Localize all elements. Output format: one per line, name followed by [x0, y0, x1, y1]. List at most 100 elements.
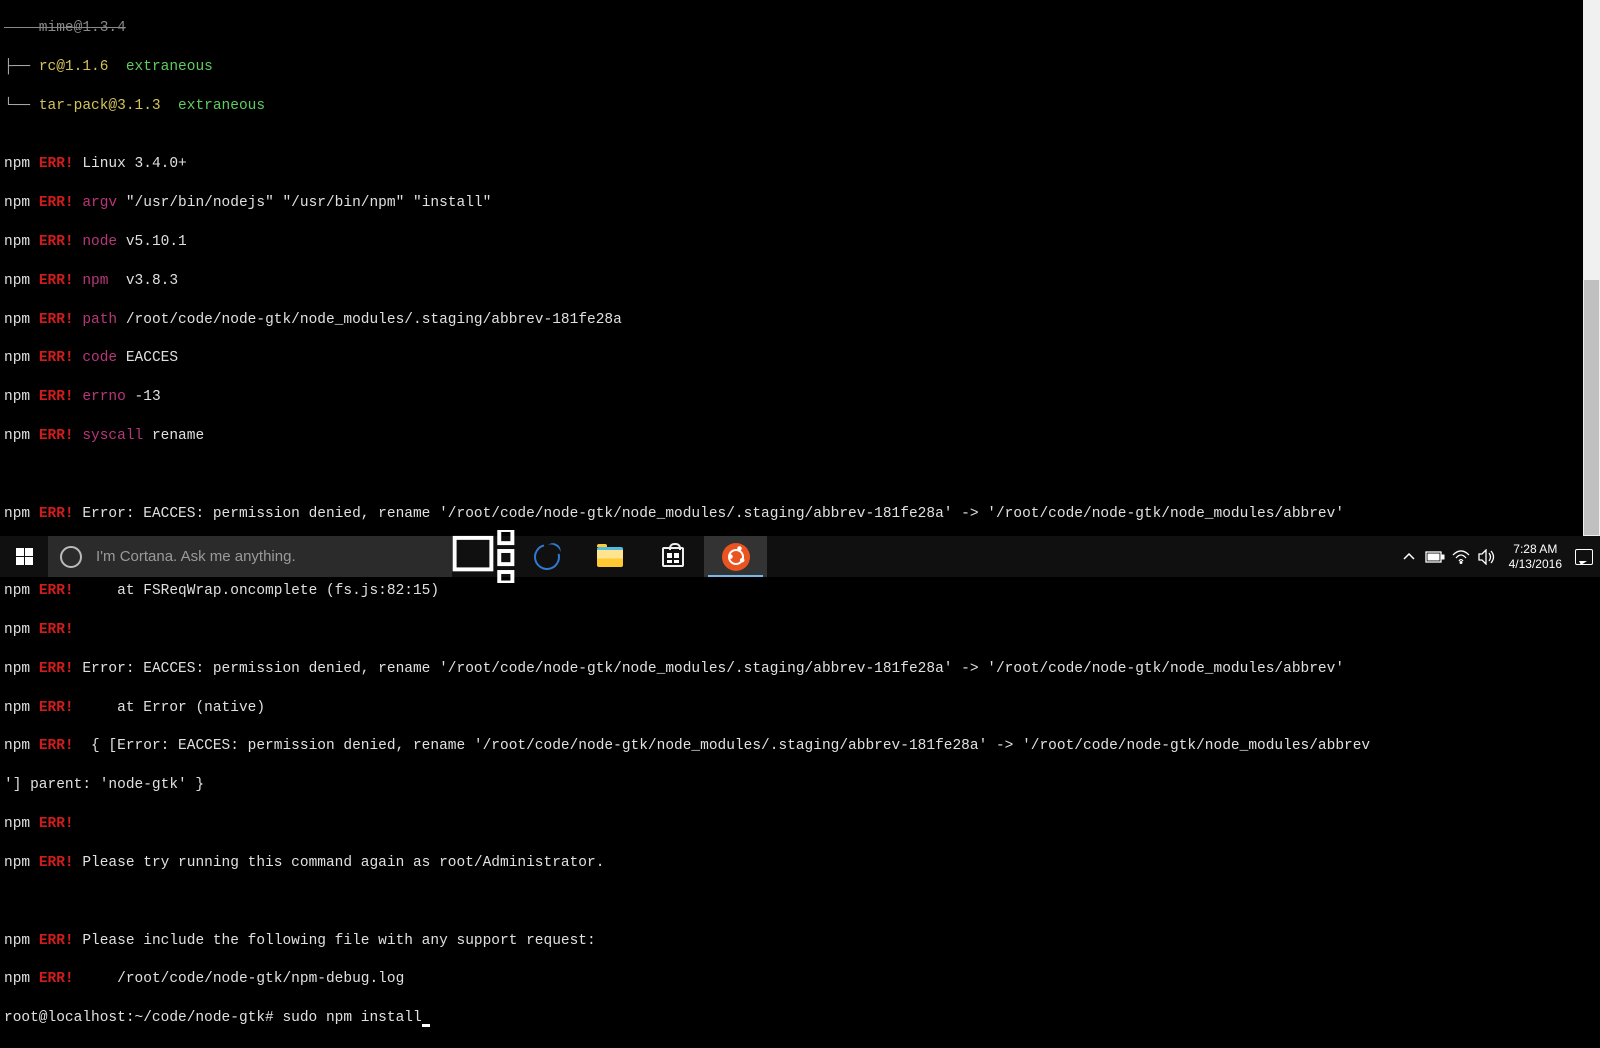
err-label: ERR! [39, 933, 74, 949]
err-text: Please include the following file with a… [74, 933, 596, 949]
npm-prefix: npm [4, 583, 39, 599]
err-text: "/usr/bin/nodejs" "/usr/bin/npm" "instal… [117, 195, 491, 211]
speaker-icon [1478, 549, 1496, 565]
err-text: { [Error: EACCES: permission denied, ren… [74, 738, 1371, 754]
store-button[interactable] [641, 536, 704, 577]
wifi-button[interactable] [1449, 536, 1473, 577]
shell-prompt: root@localhost:~/code/node-gtk# [4, 1010, 282, 1026]
err-key: npm [74, 273, 118, 289]
shell-command: sudo npm install [282, 1010, 421, 1026]
package-name: tar-pack@3.1.3 [39, 98, 161, 114]
extraneous-label: extraneous [161, 98, 265, 114]
task-view-button[interactable] [452, 536, 515, 577]
notification-icon [1575, 549, 1593, 565]
tree-branch: ├── [4, 59, 39, 75]
file-explorer-button[interactable] [578, 536, 641, 577]
err-label: ERR! [39, 156, 74, 172]
scrollbar-thumb[interactable] [1584, 280, 1599, 535]
err-label: ERR! [39, 700, 74, 716]
err-label: ERR! [39, 506, 74, 522]
err-label: ERR! [39, 273, 74, 289]
package-name: rc@1.1.6 [39, 59, 109, 75]
tray-overflow-button[interactable] [1397, 536, 1421, 577]
npm-prefix: npm [4, 428, 39, 444]
cortana-icon [60, 546, 82, 568]
npm-prefix: npm [4, 622, 39, 638]
blank-line [4, 466, 1543, 485]
edge-icon [529, 539, 565, 575]
ubuntu-icon [722, 543, 750, 571]
err-label: ERR! [39, 350, 74, 366]
err-key: path [74, 312, 118, 328]
npm-prefix: npm [4, 933, 39, 949]
clock-button[interactable]: 7:28 AM 4/13/2016 [1501, 542, 1570, 572]
npm-prefix: npm [4, 350, 39, 366]
start-button[interactable] [0, 536, 48, 577]
task-view-icon [452, 530, 515, 583]
npm-prefix: npm [4, 661, 39, 677]
clock-date: 4/13/2016 [1509, 557, 1562, 572]
err-text [74, 622, 83, 638]
clock-time: 7:28 AM [1509, 542, 1562, 557]
err-text: '] parent: 'node-gtk' } [4, 777, 204, 793]
taskbar: I'm Cortana. Ask me anything. [0, 536, 1600, 577]
err-key: errno [74, 389, 126, 405]
system-tray: 7:28 AM 4/13/2016 [1393, 536, 1600, 577]
err-text: at FSReqWrap.oncomplete (fs.js:82:15) [74, 583, 439, 599]
err-text: v5.10.1 [117, 234, 187, 250]
cortana-search[interactable]: I'm Cortana. Ask me anything. [48, 536, 452, 577]
scrollbar-track[interactable] [1583, 0, 1600, 536]
npm-prefix: npm [4, 506, 39, 522]
err-label: ERR! [39, 738, 74, 754]
err-text: v3.8.3 [117, 273, 178, 289]
err-text: rename [143, 428, 204, 444]
folder-icon [597, 547, 623, 567]
err-label: ERR! [39, 312, 74, 328]
chevron-up-icon [1403, 553, 1415, 561]
windows-logo-icon [16, 548, 33, 565]
err-key: node [74, 234, 118, 250]
scrollbar[interactable] [1583, 0, 1600, 536]
err-label: ERR! [39, 622, 74, 638]
ubuntu-button[interactable] [704, 536, 767, 577]
cursor [422, 1024, 430, 1027]
npm-prefix: npm [4, 816, 39, 832]
npm-prefix: npm [4, 389, 39, 405]
volume-button[interactable] [1475, 536, 1499, 577]
err-label: ERR! [39, 661, 74, 677]
wifi-icon [1452, 550, 1470, 564]
task-icons [452, 536, 767, 577]
extraneous-label: extraneous [108, 59, 212, 75]
npm-prefix: npm [4, 273, 39, 289]
err-key: syscall [74, 428, 144, 444]
err-text: EACCES [117, 350, 178, 366]
err-text: Error: EACCES: permission denied, rename… [74, 506, 1344, 522]
err-key: code [74, 350, 118, 366]
err-text: Error: EACCES: permission denied, rename… [74, 661, 1344, 677]
err-label: ERR! [39, 816, 74, 832]
err-text: /root/code/node-gtk/node_modules/.stagin… [117, 312, 622, 328]
npm-prefix: npm [4, 700, 39, 716]
err-label: ERR! [39, 428, 74, 444]
err-label: ERR! [39, 583, 74, 599]
err-text: at Error (native) [74, 700, 265, 716]
edge-button[interactable] [515, 536, 578, 577]
terminal-output[interactable]: mime@1.3.4 ├── rc@1.1.6 extraneous └── t… [0, 0, 1547, 536]
battery-icon [1425, 551, 1445, 563]
err-text: Linux 3.4.0+ [74, 156, 187, 172]
err-key: argv [74, 195, 118, 211]
err-label: ERR! [39, 855, 74, 871]
err-label: ERR! [39, 195, 74, 211]
npm-prefix: npm [4, 855, 39, 871]
battery-button[interactable] [1423, 536, 1447, 577]
err-label: ERR! [39, 971, 74, 987]
blank-line [4, 893, 1543, 912]
cortana-placeholder: I'm Cortana. Ask me anything. [96, 548, 296, 565]
err-label: ERR! [39, 234, 74, 250]
action-center-button[interactable] [1572, 536, 1596, 577]
npm-prefix: npm [4, 738, 39, 754]
npm-prefix: npm [4, 312, 39, 328]
npm-prefix: npm [4, 234, 39, 250]
err-label: ERR! [39, 389, 74, 405]
npm-prefix: npm [4, 195, 39, 211]
